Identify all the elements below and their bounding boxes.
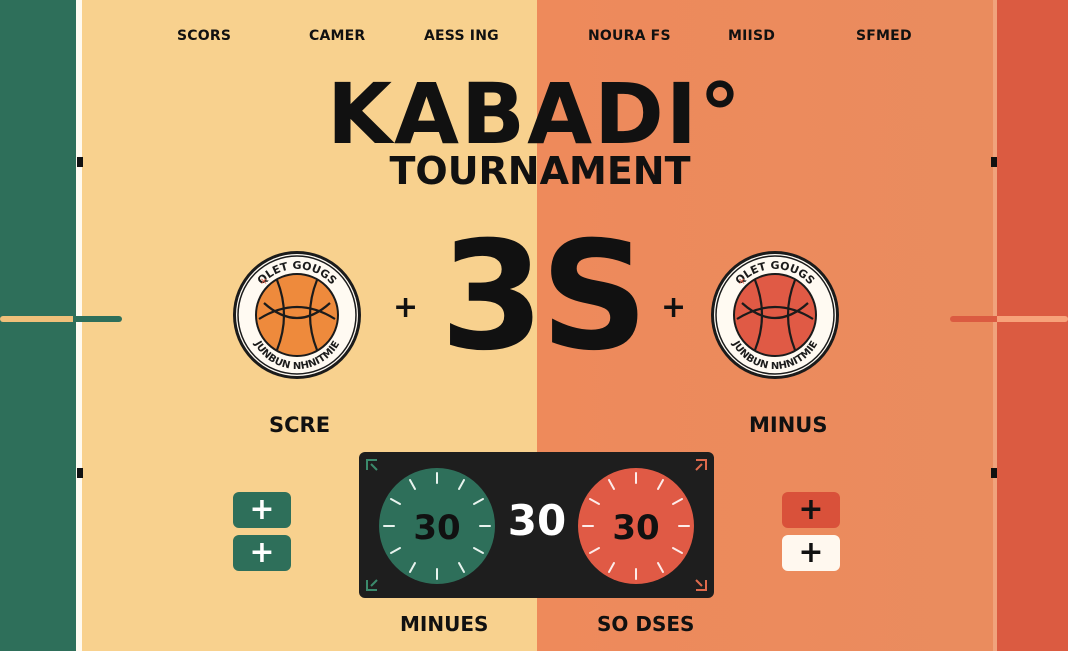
right-team-label: MINUS — [749, 413, 828, 437]
game-title: KABADI° — [326, 65, 744, 163]
right-midline — [950, 316, 1068, 322]
right-timer-dial: 30 — [578, 468, 694, 584]
left-team-label: SCRE — [269, 413, 331, 437]
plus-icon: + — [249, 492, 275, 527]
court-tick — [991, 468, 997, 478]
svg-text:×: × — [260, 277, 268, 287]
nav-item-sfmed[interactable]: SFMED — [856, 28, 912, 44]
court-tick — [991, 157, 997, 167]
svg-text:×: × — [738, 277, 746, 287]
left-team-logo: QLET GOUGS JUNBUN NHNITMIE × — [233, 251, 361, 379]
right-add-point-button[interactable]: + — [782, 535, 840, 571]
score-display: 3S — [440, 210, 648, 384]
left-stripe-edge — [76, 0, 82, 651]
nav-item-noura-fs[interactable]: NOURA FS — [588, 28, 671, 44]
right-timer-value: 30 — [612, 508, 659, 548]
right-team-logo: QLET GOUGS JUNBUN NHNITMIE × — [711, 251, 839, 379]
plus-icon: + — [798, 492, 824, 527]
footer-left-label: MINUES — [400, 612, 489, 636]
footer-right-label: SO DSES — [597, 612, 695, 636]
left-score-plus[interactable]: + — [393, 290, 418, 325]
left-add-point-button[interactable]: + — [233, 535, 291, 571]
nav-item-scors[interactable]: SCORS — [177, 28, 231, 44]
court-tick — [77, 468, 83, 478]
left-midline — [0, 316, 122, 322]
left-timer-value: 30 — [413, 508, 460, 548]
plus-icon: + — [249, 535, 275, 570]
game-subtitle: TOURNAMENT — [389, 149, 691, 193]
right-add-score-button[interactable]: + — [782, 492, 840, 528]
right-team-stripe — [997, 0, 1068, 651]
nav-item-aess-ing[interactable]: AESS ING — [424, 28, 499, 44]
right-score-plus[interactable]: + — [661, 290, 686, 325]
nav-item-miisd[interactable]: MIISD — [728, 28, 775, 44]
timer-panel: 30 30 30 — [359, 452, 714, 598]
left-team-stripe — [0, 0, 76, 651]
left-timer-dial: 30 — [379, 468, 495, 584]
center-timer-value: 30 — [507, 496, 567, 545]
plus-icon: + — [798, 535, 824, 570]
nav-item-camer[interactable]: CAMER — [309, 28, 365, 44]
court-tick — [77, 157, 83, 167]
left-add-score-button[interactable]: + — [233, 492, 291, 528]
